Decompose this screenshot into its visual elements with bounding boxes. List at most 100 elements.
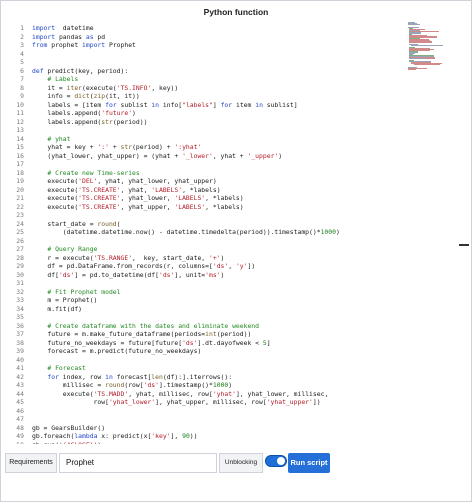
code-line: 48 gb = GearsBuilder() — [2, 424, 402, 433]
code-line: 46 — [2, 407, 402, 416]
line-number: 14 — [16, 134, 24, 143]
code-line: 7 # Labels — [2, 75, 402, 84]
minimap-line — [413, 63, 441, 66]
resize-handle[interactable] — [459, 244, 469, 246]
code-text: # Labels — [47, 75, 79, 83]
code-line: 32 # Fit Prophet model — [2, 288, 402, 297]
code-text: df['ds'] = pd.to_datetime(df['ds'], unit… — [32, 270, 225, 279]
unblocking-toggle[interactable] — [265, 455, 287, 467]
code-text: row['yhat_lower'], yhat_upper, millisec,… — [32, 398, 321, 406]
code-line: 16 (yhat_lower, yhat_upper) = (yhat + '_… — [2, 152, 402, 161]
code-line: 50 gb.run('{#CLOSE}') — [2, 441, 402, 445]
line-number: 45 — [16, 398, 24, 406]
code-line: 18 # Create new Time-series — [2, 169, 402, 178]
code-line: 36 # Create dataframe with the dates and… — [2, 322, 402, 331]
line-number: 40 — [16, 355, 24, 364]
code-text: import pandas as pd — [32, 32, 106, 41]
code-line: 31 — [2, 279, 402, 288]
code-line: 43 millisec = round(row['ds'].timestamp(… — [2, 381, 402, 390]
code-line: 30 df['ds'] = pd.to_datetime(df['ds'], u… — [2, 271, 402, 280]
code-line: 21 execute('TS.CREATE', yhat_lower, 'LAB… — [2, 194, 402, 203]
line-number: 36 — [16, 321, 24, 330]
code-line: 2 import pandas as pd — [2, 33, 402, 42]
line-number: 22 — [16, 202, 24, 211]
code-text: info = dict(zip(it, it)) — [32, 92, 140, 100]
line-number: 16 — [16, 151, 24, 160]
code-text: gb = GearsBuilder() — [32, 423, 106, 432]
line-number: 15 — [16, 143, 24, 151]
script-controls: Requirements Prophet Unblocking Run scri… — [5, 453, 469, 475]
code-editor[interactable]: 1 import datetime 2 import pandas as pd 3 fro… — [2, 21, 402, 444]
line-number: 44 — [16, 389, 24, 398]
panel-title: Python function — [203, 7, 269, 17]
line-number: 46 — [16, 406, 24, 415]
code-text: for index, row in forecast[len(df):].ite… — [47, 372, 233, 381]
code-line: 45 row['yhat_lower'], yhat_upper, millis… — [2, 398, 402, 407]
line-number: 48 — [16, 423, 24, 432]
unblocking-label: Unblocking — [219, 453, 263, 473]
code-line: 39 forecast = m.predict(future_no_weekda… — [2, 347, 402, 356]
code-text: import datetime — [32, 24, 94, 32]
requirements-label: Requirements — [5, 453, 57, 473]
code-line: 1 import datetime — [2, 24, 402, 33]
line-number: 7 — [20, 75, 24, 83]
line-number: 5 — [20, 58, 24, 66]
code-line: 22 execute('TS.CREATE', yhat_upper, 'LAB… — [2, 203, 402, 212]
line-number: 34 — [16, 304, 24, 313]
line-number: 31 — [16, 279, 24, 287]
code-line: 35 — [2, 313, 402, 322]
line-number: 35 — [16, 313, 24, 321]
code-minimap[interactable] — [408, 22, 456, 72]
code-line: 25 (datetime.datetime.now() - datetime.t… — [2, 228, 402, 237]
requirements-input[interactable]: Prophet — [59, 453, 217, 473]
code-line: 38 future_no_weekdays = future[future['d… — [2, 339, 402, 348]
line-number: 19 — [16, 177, 24, 185]
line-number: 41 — [16, 364, 24, 372]
line-number: 43 — [16, 381, 24, 389]
code-line: 17 — [2, 160, 402, 169]
code-text: millisec = round(row['ds'].timestamp()*1… — [32, 381, 233, 389]
run-script-button[interactable]: Run script — [288, 453, 330, 473]
code-text: m = Prophet() — [32, 296, 98, 304]
code-line: 33 m = Prophet() — [2, 296, 402, 305]
code-line: 23 — [2, 211, 402, 220]
code-text: execute('DEL', yhat, yhat_lower, yhat_up… — [32, 177, 217, 185]
code-text: (yhat_lower, yhat_upper) = (yhat + '_low… — [32, 151, 283, 160]
line-number: 12 — [16, 117, 24, 126]
code-line: 15 yhat = key + ':' + str(period) + ':yh… — [2, 143, 402, 152]
line-number: 1 — [20, 24, 24, 32]
code-text: # Query Range — [47, 245, 98, 253]
line-number: 26 — [16, 236, 24, 245]
code-text: execute('TS.CREATE', yhat, 'LABELS', *la… — [32, 185, 221, 194]
code-text: # Create dataframe with the dates and el… — [47, 321, 260, 330]
line-number: 3 — [20, 41, 24, 49]
code-line: 24 start_date = round( — [2, 220, 402, 229]
code-text: from prophet import Prophet — [32, 41, 136, 49]
line-number: 24 — [16, 219, 24, 228]
code-line: 44 execute('TS.MADD', yhat, millisec, ro… — [2, 390, 402, 399]
line-number: 28 — [16, 253, 24, 262]
line-number: 20 — [16, 185, 24, 194]
code-line: 14 # yhat — [2, 135, 402, 144]
line-number: 9 — [20, 92, 24, 100]
code-line: 8 it = iter(execute('TS.INFO', key)) — [2, 84, 402, 93]
code-text: # Forecast — [47, 364, 86, 372]
line-number: 8 — [20, 83, 24, 92]
code-text: it = iter(execute('TS.INFO', key)) — [32, 83, 179, 92]
code-text: # Fit Prophet model — [47, 287, 121, 296]
code-line: 42 for index, row in forecast[len(df):].… — [2, 373, 402, 382]
line-number: 4 — [20, 49, 24, 58]
line-number: 38 — [16, 338, 24, 347]
code-line: 28 r = execute('TS.RANGE', key, start_da… — [2, 254, 402, 263]
code-line: 26 — [2, 237, 402, 246]
line-number: 50 — [2, 441, 24, 445]
code-text: gb.run('{#CLOSE}') — [32, 441, 101, 445]
line-number: 39 — [16, 347, 24, 355]
minimap-line — [408, 23, 421, 26]
code-text: gb.foreach(lambda x: predict(x['key'], 9… — [32, 432, 198, 440]
code-text: r = execute('TS.RANGE', key, start_date,… — [32, 253, 225, 262]
code-line: 12 labels.append(str(period)) — [2, 118, 402, 127]
code-text: forecast = m.predict(future_no_weekdays) — [32, 347, 202, 355]
code-line: 6 def predict(key, period): — [2, 67, 402, 76]
code-line: 9 info = dict(zip(it, it)) — [2, 92, 402, 101]
